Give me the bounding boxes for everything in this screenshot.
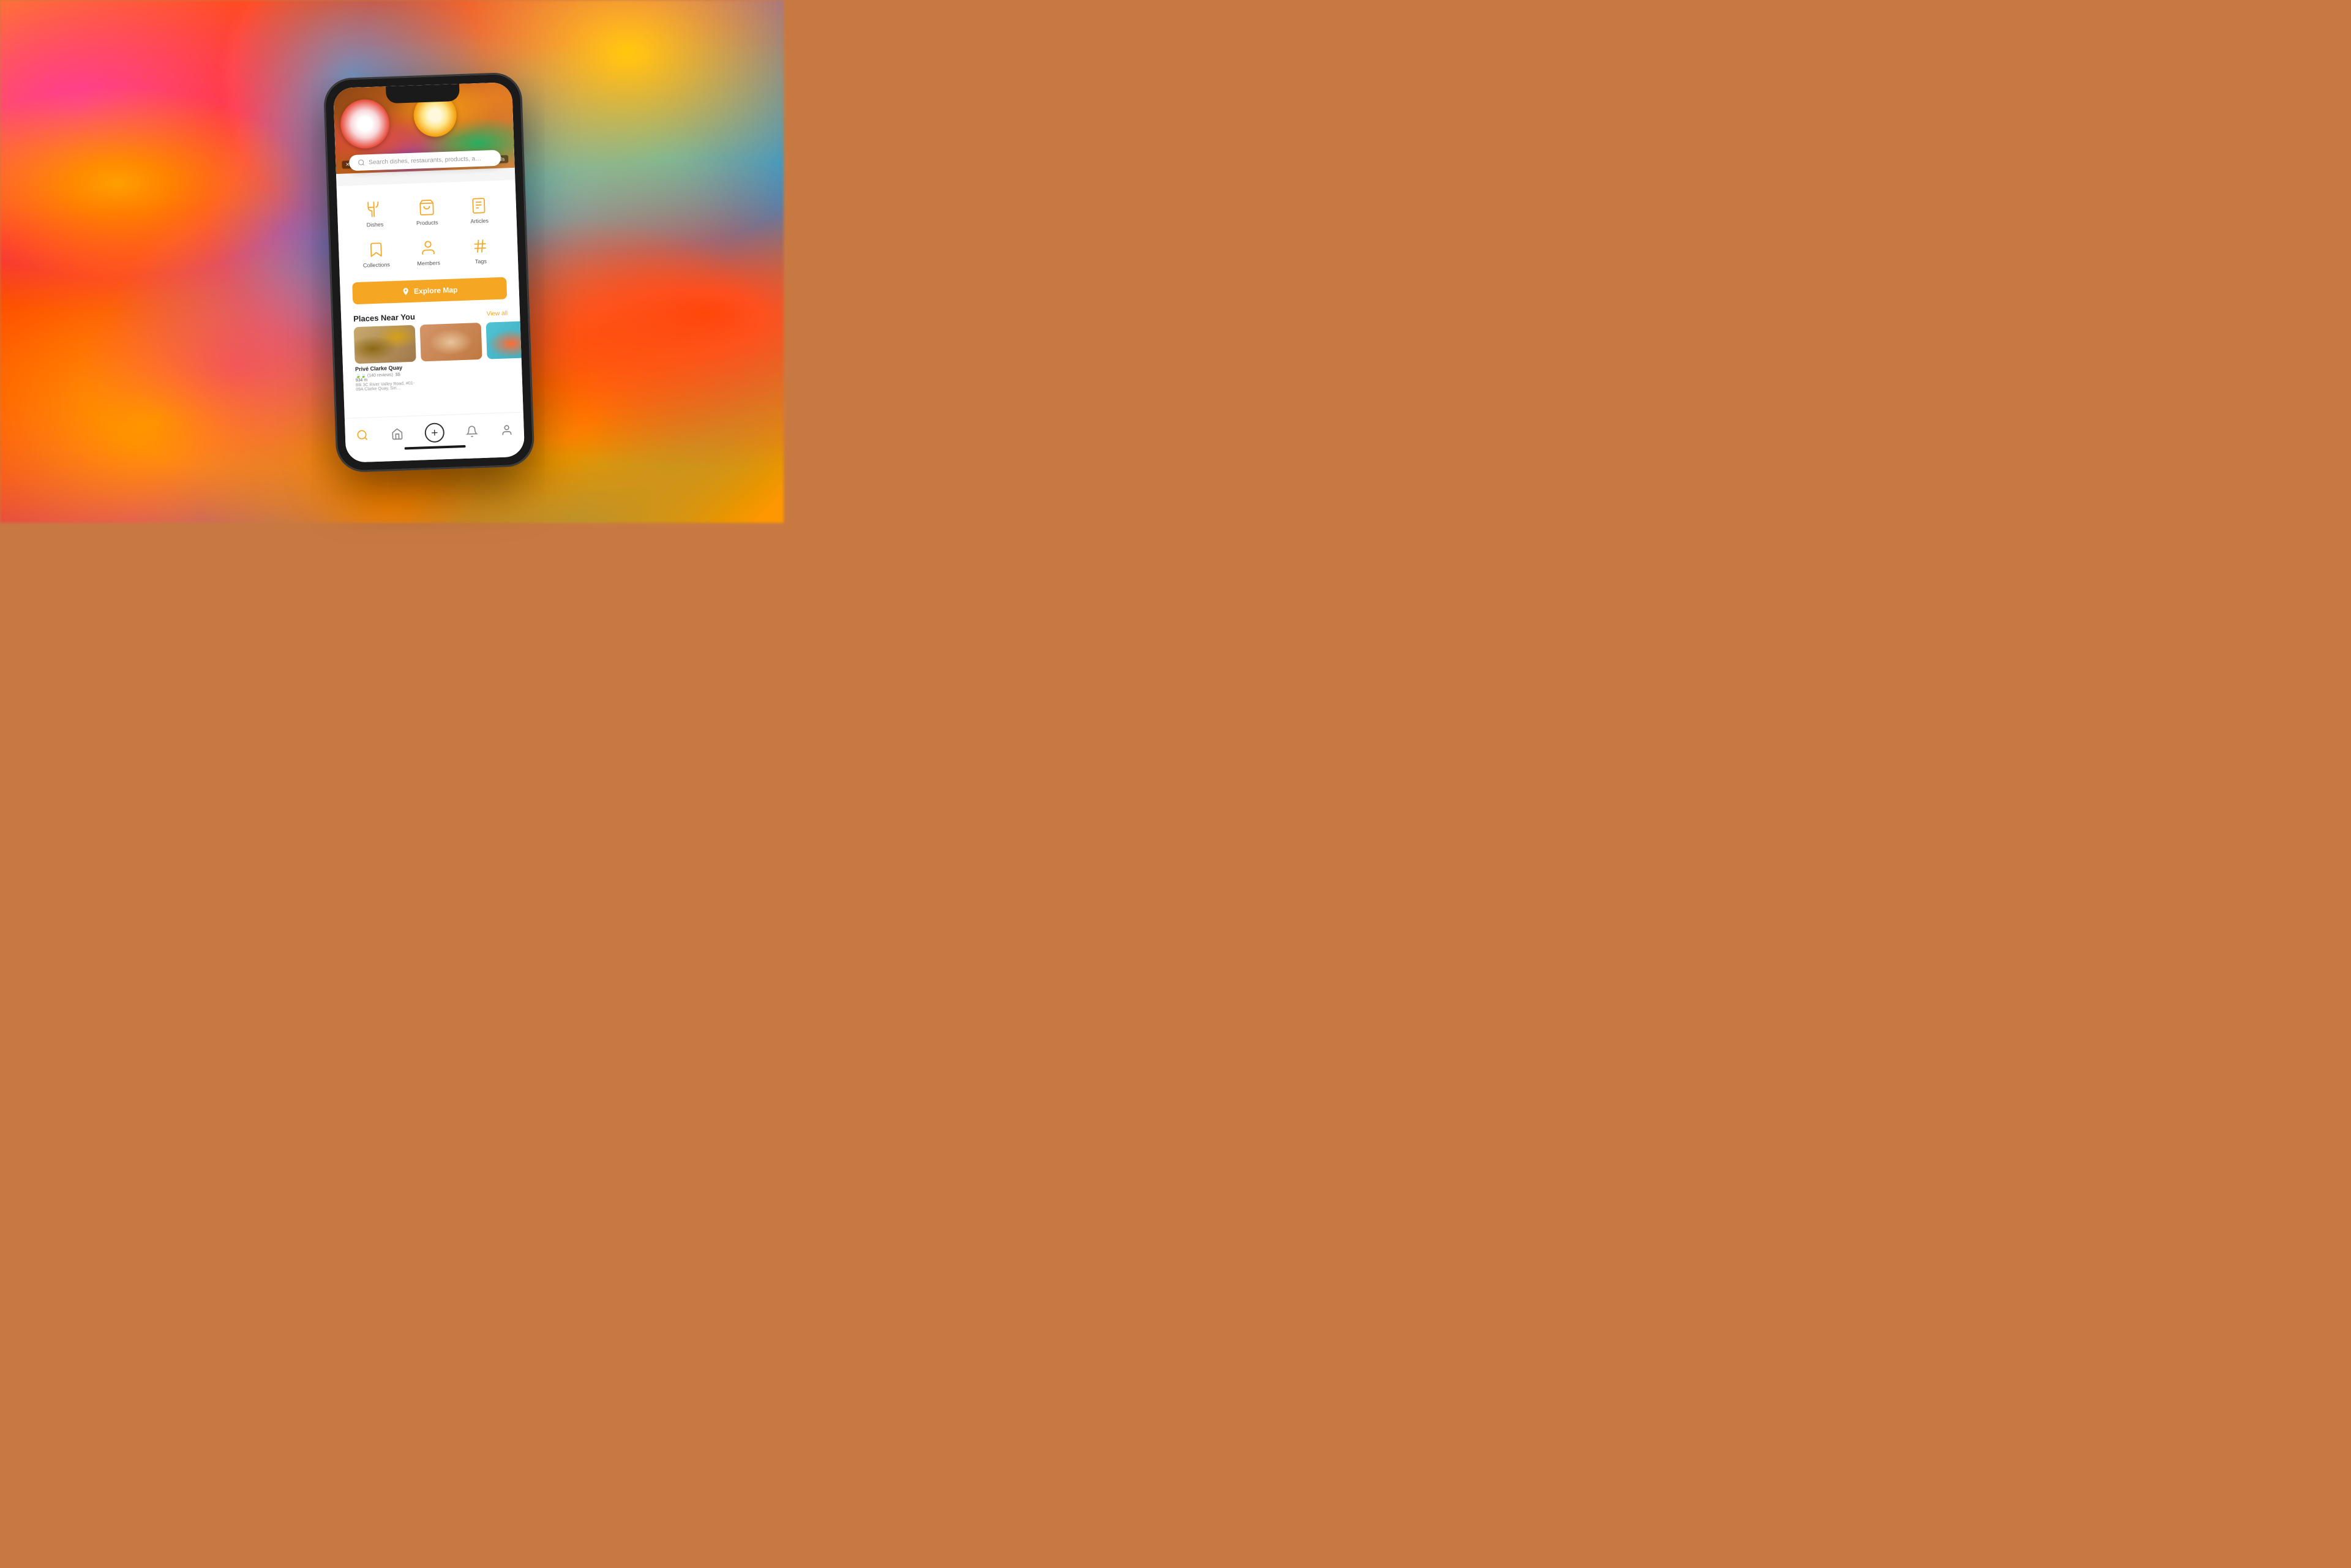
nav-add[interactable] xyxy=(419,420,449,446)
nav-add-button[interactable] xyxy=(424,422,444,443)
articles-icon xyxy=(469,195,489,216)
collections-label: Collections xyxy=(363,261,390,269)
place-name-0: Privé Clarke Quay xyxy=(355,364,416,372)
place-image-1 xyxy=(420,323,482,361)
bottom-nav xyxy=(345,412,525,463)
phone-screen: Search dishes, restaurants, products, a…… xyxy=(333,82,525,463)
places-scroll-list: Privé Clarke Quay 🍃🍃 (140 reviews) $$ 93… xyxy=(342,321,523,392)
category-collections[interactable]: Collections xyxy=(351,234,402,274)
products-icon xyxy=(416,197,437,217)
place-name-1 xyxy=(421,362,482,364)
collections-icon xyxy=(366,239,386,260)
place-card-1[interactable] xyxy=(420,323,484,389)
category-products[interactable]: Products xyxy=(401,192,452,232)
category-grid: Dishes xyxy=(337,180,519,279)
category-tags[interactable]: Tags xyxy=(455,231,506,271)
search-icon xyxy=(358,159,365,166)
map-pin-icon xyxy=(402,287,410,296)
category-members[interactable]: Members xyxy=(403,233,454,272)
nav-profile[interactable] xyxy=(495,421,519,440)
places-section-title: Places Near You xyxy=(353,312,415,324)
nav-profile-icon xyxy=(500,423,514,437)
explore-btn-label: Explore Map xyxy=(414,285,458,295)
plus-icon xyxy=(429,427,440,438)
category-articles[interactable]: Articles xyxy=(454,190,504,230)
place-image-0 xyxy=(354,325,416,364)
phone-shell: Search dishes, restaurants, products, a…… xyxy=(324,73,534,472)
search-bar-container: Search dishes, restaurants, products, a… xyxy=(349,150,501,171)
main-area: Dishes xyxy=(337,180,523,418)
phone-device: Search dishes, restaurants, products, a…… xyxy=(324,73,534,472)
dishes-icon xyxy=(364,199,384,219)
nav-search[interactable] xyxy=(351,426,375,445)
explore-map-button[interactable]: Explore Map xyxy=(352,277,507,304)
members-label: Members xyxy=(417,260,440,266)
place-price-0: $$ xyxy=(396,372,400,377)
place-card-0[interactable]: Privé Clarke Quay 🍃🍃 (140 reviews) $$ 93… xyxy=(354,325,418,392)
phone-notch xyxy=(386,84,460,103)
search-placeholder-text: Search dishes, restaurants, products, a… xyxy=(369,155,481,165)
place-card-2[interactable]: 🏳 xyxy=(486,321,523,388)
nav-notifications[interactable] xyxy=(460,422,484,441)
category-dishes[interactable]: Dishes xyxy=(349,194,400,234)
search-bar[interactable]: Search dishes, restaurants, products, a… xyxy=(349,150,501,171)
products-label: Products xyxy=(416,219,438,226)
nav-home[interactable] xyxy=(385,424,409,443)
nav-home-icon xyxy=(390,427,404,441)
place-image-2: 🏳 xyxy=(486,321,523,359)
tags-icon xyxy=(470,236,490,256)
screen-content: Search dishes, restaurants, products, a…… xyxy=(333,82,525,463)
place-reviews-0: (140 reviews) xyxy=(367,373,393,378)
place-address-0: Blk 3C River Valley Road, #01-09A Clarke… xyxy=(356,381,417,392)
nav-search-icon xyxy=(356,428,370,442)
dishes-label: Dishes xyxy=(367,221,384,228)
nav-bell-icon xyxy=(465,424,479,438)
scene: Search dishes, restaurants, products, a…… xyxy=(0,0,784,523)
articles-label: Articles xyxy=(470,217,489,224)
view-all-link[interactable]: View all xyxy=(487,310,508,317)
members-icon xyxy=(418,238,438,258)
tags-label: Tags xyxy=(475,258,487,265)
